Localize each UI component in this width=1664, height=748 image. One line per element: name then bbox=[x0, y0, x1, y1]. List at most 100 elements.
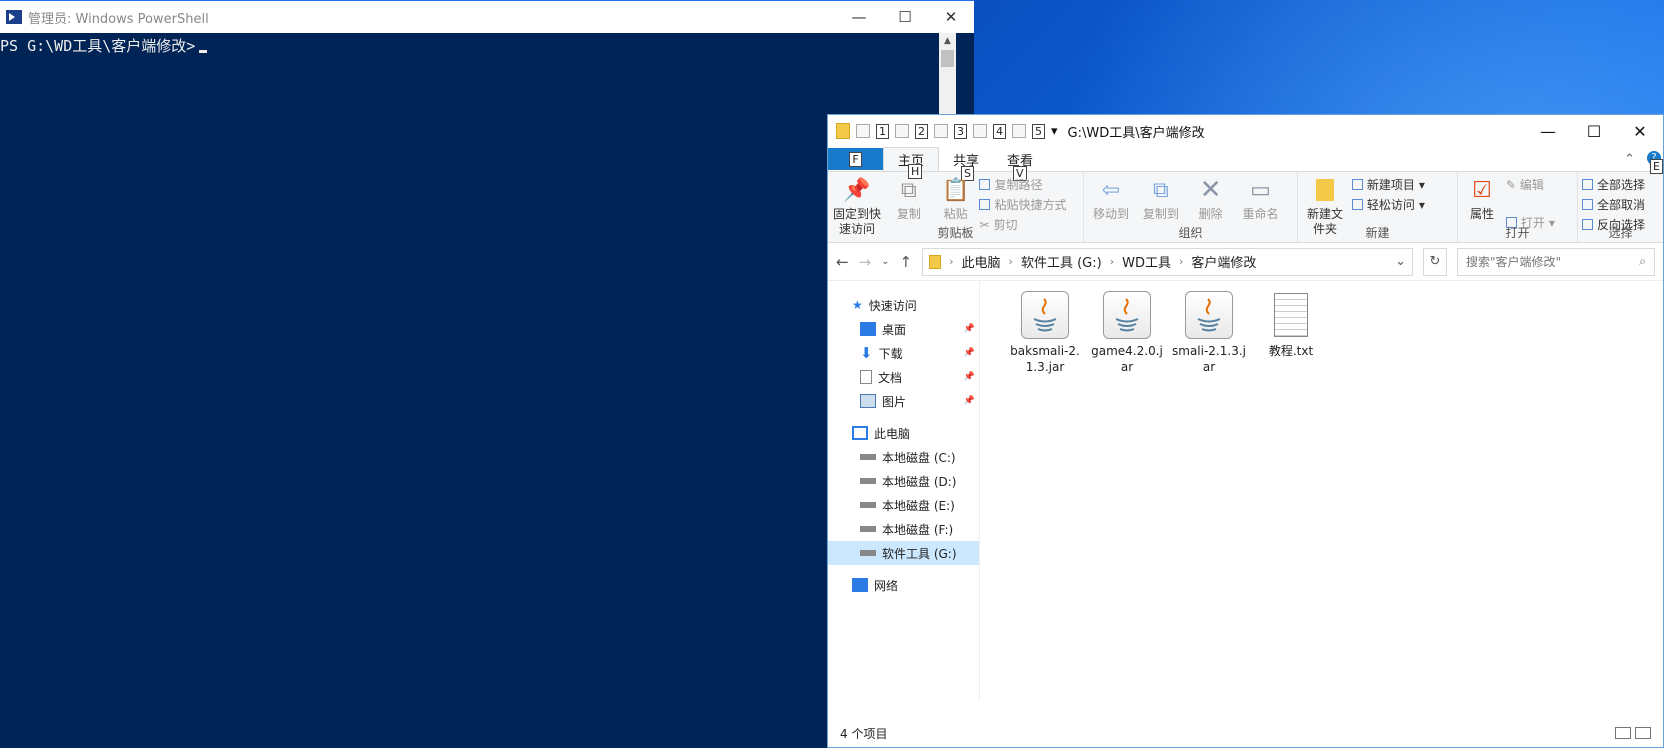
keytip-3: 3 bbox=[954, 123, 967, 139]
ribbon-tabs: F 主页 H 共享 S 查看 V ⌃ bbox=[828, 147, 1663, 181]
pin-icon: 📌 bbox=[963, 324, 975, 334]
undo-qa-icon[interactable] bbox=[973, 124, 987, 138]
tab-share[interactable]: 共享 S bbox=[939, 150, 993, 181]
powershell-icon bbox=[6, 10, 22, 24]
explorer-titlebar[interactable]: 1 2 3 4 5 ▾ G:\WD工具\客户端修改 — ☐ ✕ bbox=[828, 115, 1663, 147]
search-input[interactable]: 搜索"客户端修改" ⌕ bbox=[1457, 247, 1655, 276]
tree-drive-d[interactable]: 本地磁盘 (D:) bbox=[828, 469, 979, 493]
file-item[interactable]: baksmali-2.1.3.jar bbox=[1008, 291, 1082, 701]
back-arrow-icon[interactable]: ← bbox=[836, 253, 849, 271]
move-to-button[interactable]: ⇦ 移动到 bbox=[1088, 174, 1134, 222]
recent-locations-chevron-icon[interactable]: ⌄ bbox=[881, 256, 889, 267]
clipboard-group-label: 剪贴板 bbox=[937, 226, 974, 240]
tab-home[interactable]: 主页 H bbox=[883, 147, 940, 179]
new-folder-icon bbox=[1311, 176, 1339, 204]
open-group: ☑ 属性 ✎ 编辑 打开 ▾ 打开 bbox=[1458, 172, 1578, 244]
close-button[interactable]: ✕ bbox=[928, 8, 974, 26]
close-button[interactable]: ✕ bbox=[1617, 122, 1663, 141]
explorer-window[interactable]: 1 2 3 4 5 ▾ G:\WD工具\客户端修改 — ☐ ✕ F 主页 H 共享… bbox=[827, 114, 1664, 748]
maximize-button[interactable]: ☐ bbox=[882, 8, 928, 26]
keytip-4: 4 bbox=[993, 123, 1006, 139]
easy-access-button[interactable]: 轻松访问 ▾ bbox=[1351, 196, 1425, 213]
delete-button[interactable]: ✕ 删除 bbox=[1188, 174, 1234, 222]
breadcrumb-drive-g[interactable]: 软件工具 (G:) bbox=[1021, 252, 1102, 271]
properties-qa-icon[interactable] bbox=[856, 124, 870, 138]
tree-quick-access[interactable]: ★ 快速访问 bbox=[828, 293, 979, 317]
tab-file[interactable]: F bbox=[828, 148, 883, 170]
new-item-icon bbox=[1351, 179, 1363, 190]
organize-group-label: 组织 bbox=[1178, 226, 1203, 240]
properties-button[interactable]: ☑ 属性 bbox=[1462, 174, 1502, 222]
tree-drive-c[interactable]: 本地磁盘 (C:) bbox=[828, 445, 979, 469]
breadcrumb-this-pc[interactable]: 此电脑 bbox=[962, 252, 1001, 271]
paste-button[interactable]: 📋 粘贴 bbox=[936, 174, 976, 222]
console-output[interactable]: PS G:\WD工具\客户端修改> bbox=[0, 33, 974, 56]
details-view-icon[interactable] bbox=[1615, 727, 1631, 739]
powershell-titlebar[interactable]: 管理员: Windows PowerShell — ☐ ✕ bbox=[0, 1, 974, 33]
file-item[interactable]: 教程.txt bbox=[1254, 291, 1328, 701]
network-icon bbox=[852, 578, 868, 592]
computer-icon bbox=[852, 426, 868, 440]
forward-arrow-icon[interactable]: → bbox=[859, 253, 872, 271]
maximize-button[interactable]: ☐ bbox=[1571, 122, 1617, 141]
chevron-down-icon[interactable]: ⌄ bbox=[1395, 254, 1406, 269]
select-group-label: 选择 bbox=[1608, 226, 1633, 240]
tree-desktop[interactable]: 桌面 📌 bbox=[828, 317, 979, 341]
tree-this-pc[interactable]: 此电脑 bbox=[828, 421, 979, 445]
keytip-f: F bbox=[849, 151, 862, 167]
tree-downloads[interactable]: ⬇ 下载 📌 bbox=[828, 341, 979, 365]
tree-drive-f[interactable]: 本地磁盘 (F:) bbox=[828, 517, 979, 541]
navigation-pane[interactable]: ★ 快速访问 桌面 📌 ⬇ 下载 📌 文档 📌 图片 📌 此电脑 本地磁盘 (C:) 本地磁… bbox=[828, 281, 980, 701]
delete-qa-icon[interactable] bbox=[934, 124, 948, 138]
redo-qa-icon[interactable] bbox=[1012, 124, 1026, 138]
tree-drive-e[interactable]: 本地磁盘 (E:) bbox=[828, 493, 979, 517]
tree-network[interactable]: 网络 bbox=[828, 573, 979, 597]
java-jar-icon bbox=[1103, 291, 1151, 339]
text-cursor bbox=[199, 50, 208, 53]
folder-icon bbox=[836, 123, 850, 139]
copy-icon: ⧉ bbox=[900, 177, 917, 203]
scroll-up-icon[interactable]: ▲ bbox=[939, 33, 956, 50]
minimize-button[interactable]: — bbox=[1525, 122, 1571, 141]
text-file-icon bbox=[1274, 293, 1308, 337]
rename-button[interactable]: ▭ 重命名 bbox=[1237, 174, 1283, 222]
file-list[interactable]: baksmali-2.1.3.jar game4.2.0.jar smali-2… bbox=[980, 281, 1663, 701]
file-item[interactable]: smali-2.1.3.jar bbox=[1172, 291, 1246, 701]
drive-icon bbox=[860, 502, 876, 508]
java-jar-icon bbox=[1021, 291, 1069, 339]
pin-icon: 📌 bbox=[963, 396, 975, 406]
tree-pictures[interactable]: 图片 📌 bbox=[828, 389, 979, 413]
breadcrumb-current[interactable]: 客户端修改 bbox=[1191, 252, 1256, 271]
minimize-button[interactable]: — bbox=[836, 8, 882, 26]
address-bar[interactable]: › 此电脑 › 软件工具 (G:) › WD工具 › 客户端修改 ⌄ bbox=[922, 247, 1413, 276]
select-all-button[interactable]: 全部选择 bbox=[1582, 176, 1645, 193]
paste-shortcut-button[interactable]: 粘贴快捷方式 bbox=[979, 196, 1067, 213]
drive-icon bbox=[860, 454, 876, 460]
rename-icon: ▭ bbox=[1250, 177, 1271, 203]
pin-icon: 📌 bbox=[963, 372, 975, 382]
desktop-icon bbox=[860, 322, 876, 336]
new-item-button[interactable]: 新建项目 ▾ bbox=[1351, 176, 1425, 193]
up-arrow-icon[interactable]: ↑ bbox=[900, 253, 913, 271]
copy-button[interactable]: ⧉ 复制 bbox=[886, 174, 932, 222]
breadcrumb-wd-tools[interactable]: WD工具 bbox=[1122, 252, 1171, 271]
console-prompt: PS G:\WD工具\客户端修改> bbox=[0, 37, 196, 55]
select-none-icon bbox=[1582, 199, 1593, 210]
scrollbar-thumb[interactable] bbox=[941, 50, 954, 67]
select-none-button[interactable]: 全部取消 bbox=[1582, 196, 1645, 213]
refresh-button[interactable]: ↻ bbox=[1423, 247, 1447, 276]
tree-documents[interactable]: 文档 📌 bbox=[828, 365, 979, 389]
file-item[interactable]: game4.2.0.jar bbox=[1090, 291, 1164, 701]
tree-drive-g[interactable]: 软件工具 (G:) bbox=[828, 541, 979, 565]
tab-view[interactable]: 查看 V bbox=[993, 150, 1047, 181]
copy-to-button[interactable]: ⧉ 复制到 bbox=[1138, 174, 1184, 222]
edit-button[interactable]: ✎ 编辑 bbox=[1506, 176, 1555, 193]
collapse-ribbon-icon[interactable]: ⌃ bbox=[1624, 152, 1635, 167]
keytip-2: 2 bbox=[915, 123, 928, 139]
chevron-down-icon[interactable]: ▾ bbox=[1051, 124, 1058, 139]
large-icons-view-icon[interactable] bbox=[1635, 727, 1651, 739]
new-folder-qa-icon[interactable] bbox=[895, 124, 909, 138]
paste-icon: 📋 bbox=[941, 177, 970, 203]
new-group-label: 新建 bbox=[1365, 226, 1390, 240]
copy-path-button[interactable]: 复制路径 bbox=[979, 176, 1066, 193]
